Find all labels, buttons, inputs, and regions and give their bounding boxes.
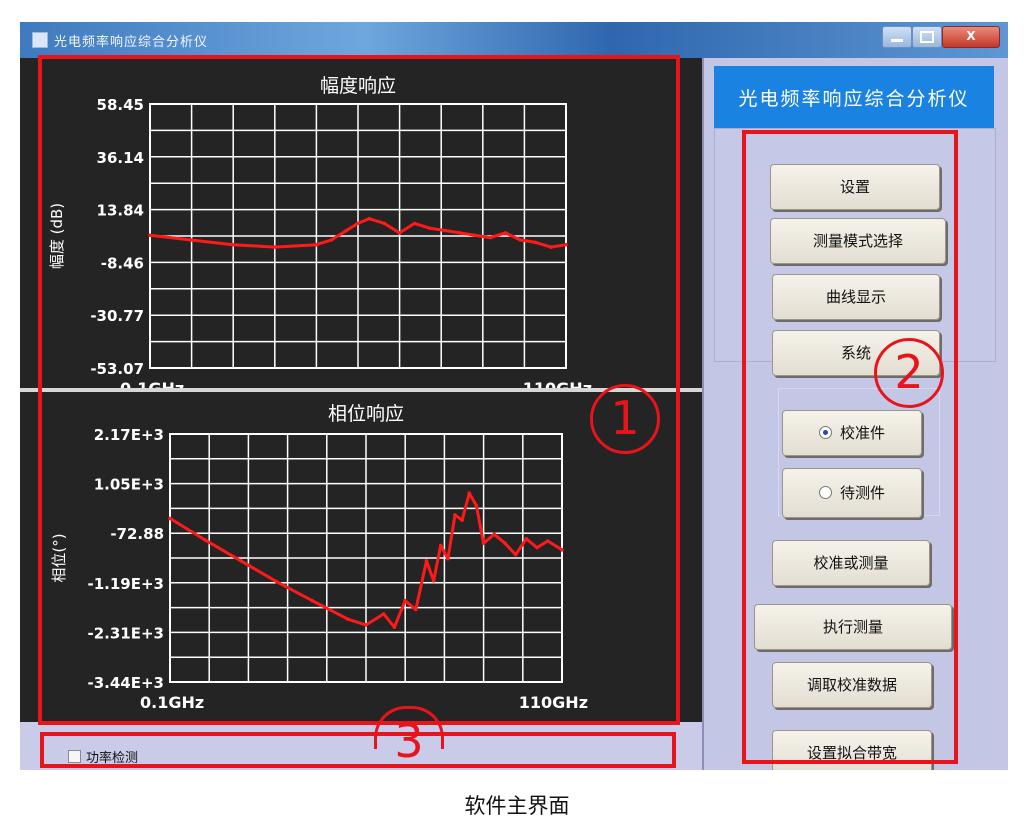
app-icon xyxy=(32,32,48,48)
maximize-icon[interactable] xyxy=(912,26,942,48)
minimize-icon[interactable] xyxy=(882,26,912,48)
window-title: 光电频率响应综合分析仪 xyxy=(54,35,209,50)
annotation-box-1 xyxy=(38,55,680,725)
panel-header: 光电频率响应综合分析仪 xyxy=(714,66,994,128)
title-bar: 光电频率响应综合分析仪 X xyxy=(20,22,1008,58)
panel-title: 光电频率响应综合分析仪 xyxy=(738,88,970,110)
annotation-box-2 xyxy=(742,130,958,764)
annotation-box-3 xyxy=(40,732,676,768)
close-icon[interactable]: X xyxy=(942,26,1000,48)
annotation-label-2: 2 xyxy=(874,338,944,408)
figure-caption: 软件主界面 xyxy=(464,794,570,818)
annotation-label-1: 1 xyxy=(590,384,660,454)
